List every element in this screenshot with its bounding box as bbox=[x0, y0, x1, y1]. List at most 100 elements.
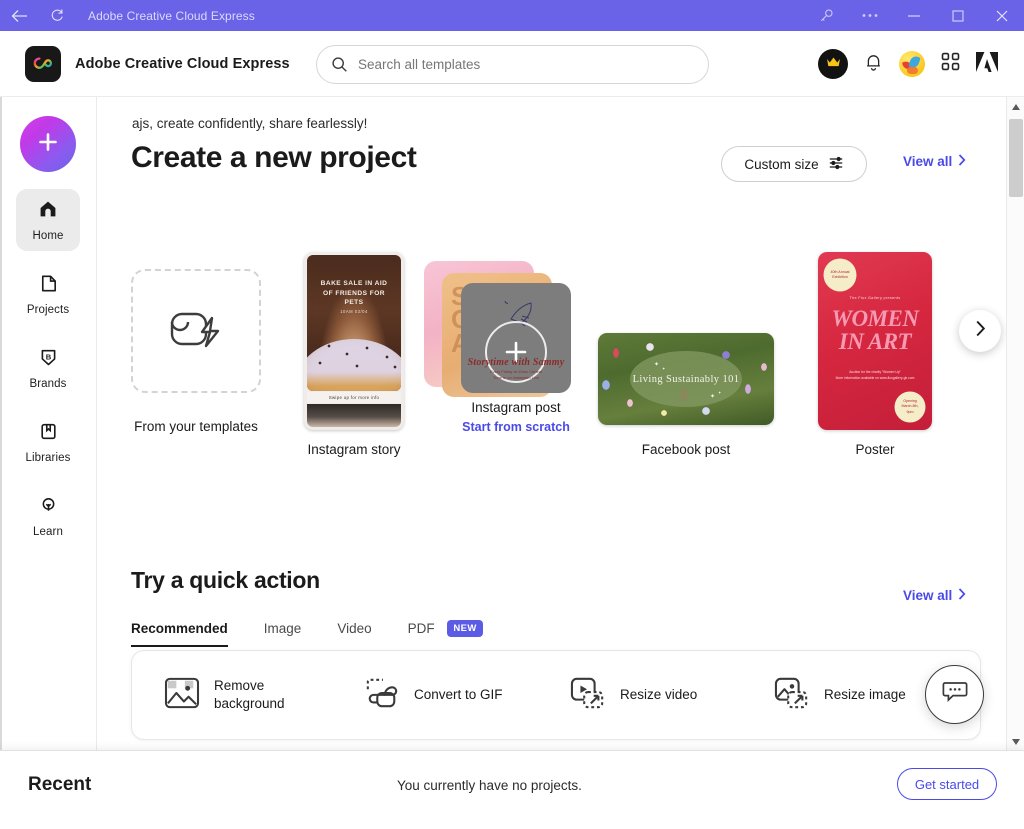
quick-action-title: Try a quick action bbox=[131, 567, 320, 593]
template-card-facebook-post[interactable]: Living Sustainably 101 ✦ ✦ ✦ ✦ bbox=[598, 333, 774, 425]
notifications-button[interactable] bbox=[864, 52, 883, 77]
refresh-icon bbox=[50, 8, 65, 23]
chevron-right-icon bbox=[958, 588, 966, 603]
bell-icon bbox=[864, 52, 883, 77]
tab-video[interactable]: Video bbox=[337, 613, 371, 647]
template-card-caption: From your templates bbox=[134, 419, 258, 434]
create-new-button[interactable] bbox=[20, 116, 76, 172]
template-card-poster[interactable]: 40th Annual Exhibition The Flux Gallery … bbox=[818, 252, 932, 430]
custom-size-button[interactable]: Custom size bbox=[721, 146, 867, 182]
more-options-icon bbox=[862, 13, 878, 18]
scrollbar-thumb[interactable] bbox=[1009, 119, 1023, 197]
chat-bubble-icon bbox=[942, 680, 968, 709]
get-started-button[interactable]: Get started bbox=[897, 768, 997, 800]
back-button[interactable] bbox=[0, 0, 38, 31]
facebook-post-thumbnail: Living Sustainably 101 bbox=[630, 351, 742, 407]
remove-background-icon bbox=[164, 677, 200, 714]
app-window: Adobe Creative Cloud Express Adobe Creat… bbox=[0, 0, 1024, 829]
quick-action-remove-background[interactable]: Remove background bbox=[164, 677, 336, 714]
template-card-subcaption[interactable]: Start from scratch bbox=[462, 420, 570, 434]
chat-support-button[interactable] bbox=[925, 665, 984, 724]
sidebar-item-label: Learn bbox=[33, 525, 63, 538]
template-bolt-icon bbox=[168, 304, 224, 359]
maximize-button[interactable] bbox=[936, 0, 980, 31]
carousel-next-button[interactable] bbox=[959, 310, 1001, 352]
thumb-bottom-strip bbox=[307, 404, 401, 427]
main-content: ajs, create confidently, share fearlessl… bbox=[97, 97, 1009, 750]
window-titlebar: Adobe Creative Cloud Express bbox=[0, 0, 1024, 31]
tab-image[interactable]: Image bbox=[264, 613, 302, 647]
titlebar-controls bbox=[804, 0, 1024, 31]
poster-seal-bottom: Opening March 8th, 9pm bbox=[896, 393, 924, 421]
tab-label: Image bbox=[263, 621, 302, 636]
recent-empty-message: You currently have no projects. bbox=[397, 778, 582, 793]
vertical-scrollbar[interactable] bbox=[1006, 97, 1024, 750]
recent-bar: Recent You currently have no projects. G… bbox=[0, 750, 1024, 829]
user-avatar[interactable] bbox=[899, 51, 925, 77]
quick-action-convert-to-gif[interactable]: Convert to GIF bbox=[364, 676, 546, 715]
thumb-headline: Storytime with Sammy bbox=[467, 357, 565, 368]
search-bar[interactable] bbox=[316, 45, 709, 84]
close-icon bbox=[996, 10, 1008, 22]
minimize-icon bbox=[908, 14, 920, 17]
key-icon bbox=[819, 8, 834, 23]
quick-action-panel: Remove background Convert to GIF Resize … bbox=[131, 650, 981, 740]
poster-foot-line1: Auction for the charity "Women Up" bbox=[849, 370, 901, 374]
sidebar-item-label: Libraries bbox=[25, 451, 71, 464]
creative-cloud-express-logo-icon[interactable] bbox=[25, 45, 61, 82]
app-grid-button[interactable] bbox=[941, 52, 960, 76]
learn-lightbulb-icon bbox=[38, 495, 59, 521]
password-key-button[interactable] bbox=[804, 0, 848, 31]
view-all-templates-link[interactable]: View all bbox=[903, 154, 966, 169]
donut-graphic bbox=[307, 339, 401, 391]
scroll-down-button[interactable] bbox=[1007, 732, 1024, 750]
instagram-story-thumbnail: Bake sale in aid of friends for pets 10A… bbox=[307, 255, 401, 391]
resize-image-icon bbox=[774, 676, 810, 715]
premium-crown-button[interactable] bbox=[818, 49, 848, 79]
view-all-label: View all bbox=[903, 154, 953, 169]
scroll-down-icon bbox=[1012, 732, 1020, 750]
back-arrow-icon bbox=[11, 9, 28, 23]
sidebar-item-label: Projects bbox=[26, 303, 70, 316]
poster-headline-line2: IN ART bbox=[838, 328, 912, 354]
new-badge: NEW bbox=[447, 620, 483, 637]
template-card-instagram-story[interactable]: Bake sale in aid of friends for pets 10A… bbox=[304, 252, 404, 430]
scroll-up-button[interactable] bbox=[1007, 97, 1024, 115]
maximize-icon bbox=[952, 9, 964, 22]
more-options-button[interactable] bbox=[848, 0, 892, 31]
template-card-caption: Instagram story bbox=[307, 442, 401, 457]
tab-recommended[interactable]: Recommended bbox=[131, 613, 228, 647]
home-icon bbox=[37, 198, 59, 225]
thumb-swipe-text: Swipe up for more info bbox=[307, 392, 401, 403]
quick-action-label: Remove background bbox=[214, 677, 285, 711]
minimize-button[interactable] bbox=[892, 0, 936, 31]
thumb-sub-line2: Tune in on Instagram Live bbox=[492, 375, 540, 381]
sidebar-item-brands[interactable]: B Brands bbox=[16, 337, 80, 399]
greeting-text: ajs, create confidently, share fearlessl… bbox=[132, 116, 368, 131]
sidebar-item-projects[interactable]: Projects bbox=[16, 263, 80, 325]
app-grid-icon bbox=[941, 52, 960, 76]
refresh-button[interactable] bbox=[38, 0, 76, 31]
resize-video-icon bbox=[570, 676, 606, 715]
template-card-from-your-templates[interactable]: From your templates bbox=[131, 269, 261, 434]
tab-label: PDF bbox=[407, 621, 435, 636]
tab-label: Video bbox=[337, 621, 372, 636]
template-card-instagram-post[interactable]: SOA Storytime with Sammy bbox=[424, 261, 572, 434]
chevron-right-icon bbox=[958, 154, 966, 169]
sidebar-item-home[interactable]: Home bbox=[16, 189, 80, 251]
search-icon bbox=[331, 56, 348, 73]
brands-shield-icon: B bbox=[38, 347, 59, 373]
poster-seal-top: 40th Annual Exhibition bbox=[825, 260, 855, 290]
view-all-quick-actions-link[interactable]: View all bbox=[903, 588, 966, 603]
sidebar-item-learn[interactable]: Learn bbox=[16, 485, 80, 547]
libraries-book-icon bbox=[38, 421, 59, 447]
search-input[interactable] bbox=[358, 57, 696, 72]
close-button[interactable] bbox=[980, 0, 1024, 31]
adobe-logo-button[interactable] bbox=[976, 51, 998, 77]
plus-icon bbox=[36, 130, 60, 159]
sidebar-item-libraries[interactable]: Libraries bbox=[16, 411, 80, 473]
thumb-sub: Every Friday at 10am Central Tune in on … bbox=[461, 369, 571, 381]
sidebar-item-label: Brands bbox=[29, 377, 67, 390]
quick-action-resize-video[interactable]: Resize video bbox=[570, 676, 750, 715]
tab-pdf[interactable]: PDF NEW bbox=[408, 612, 483, 648]
